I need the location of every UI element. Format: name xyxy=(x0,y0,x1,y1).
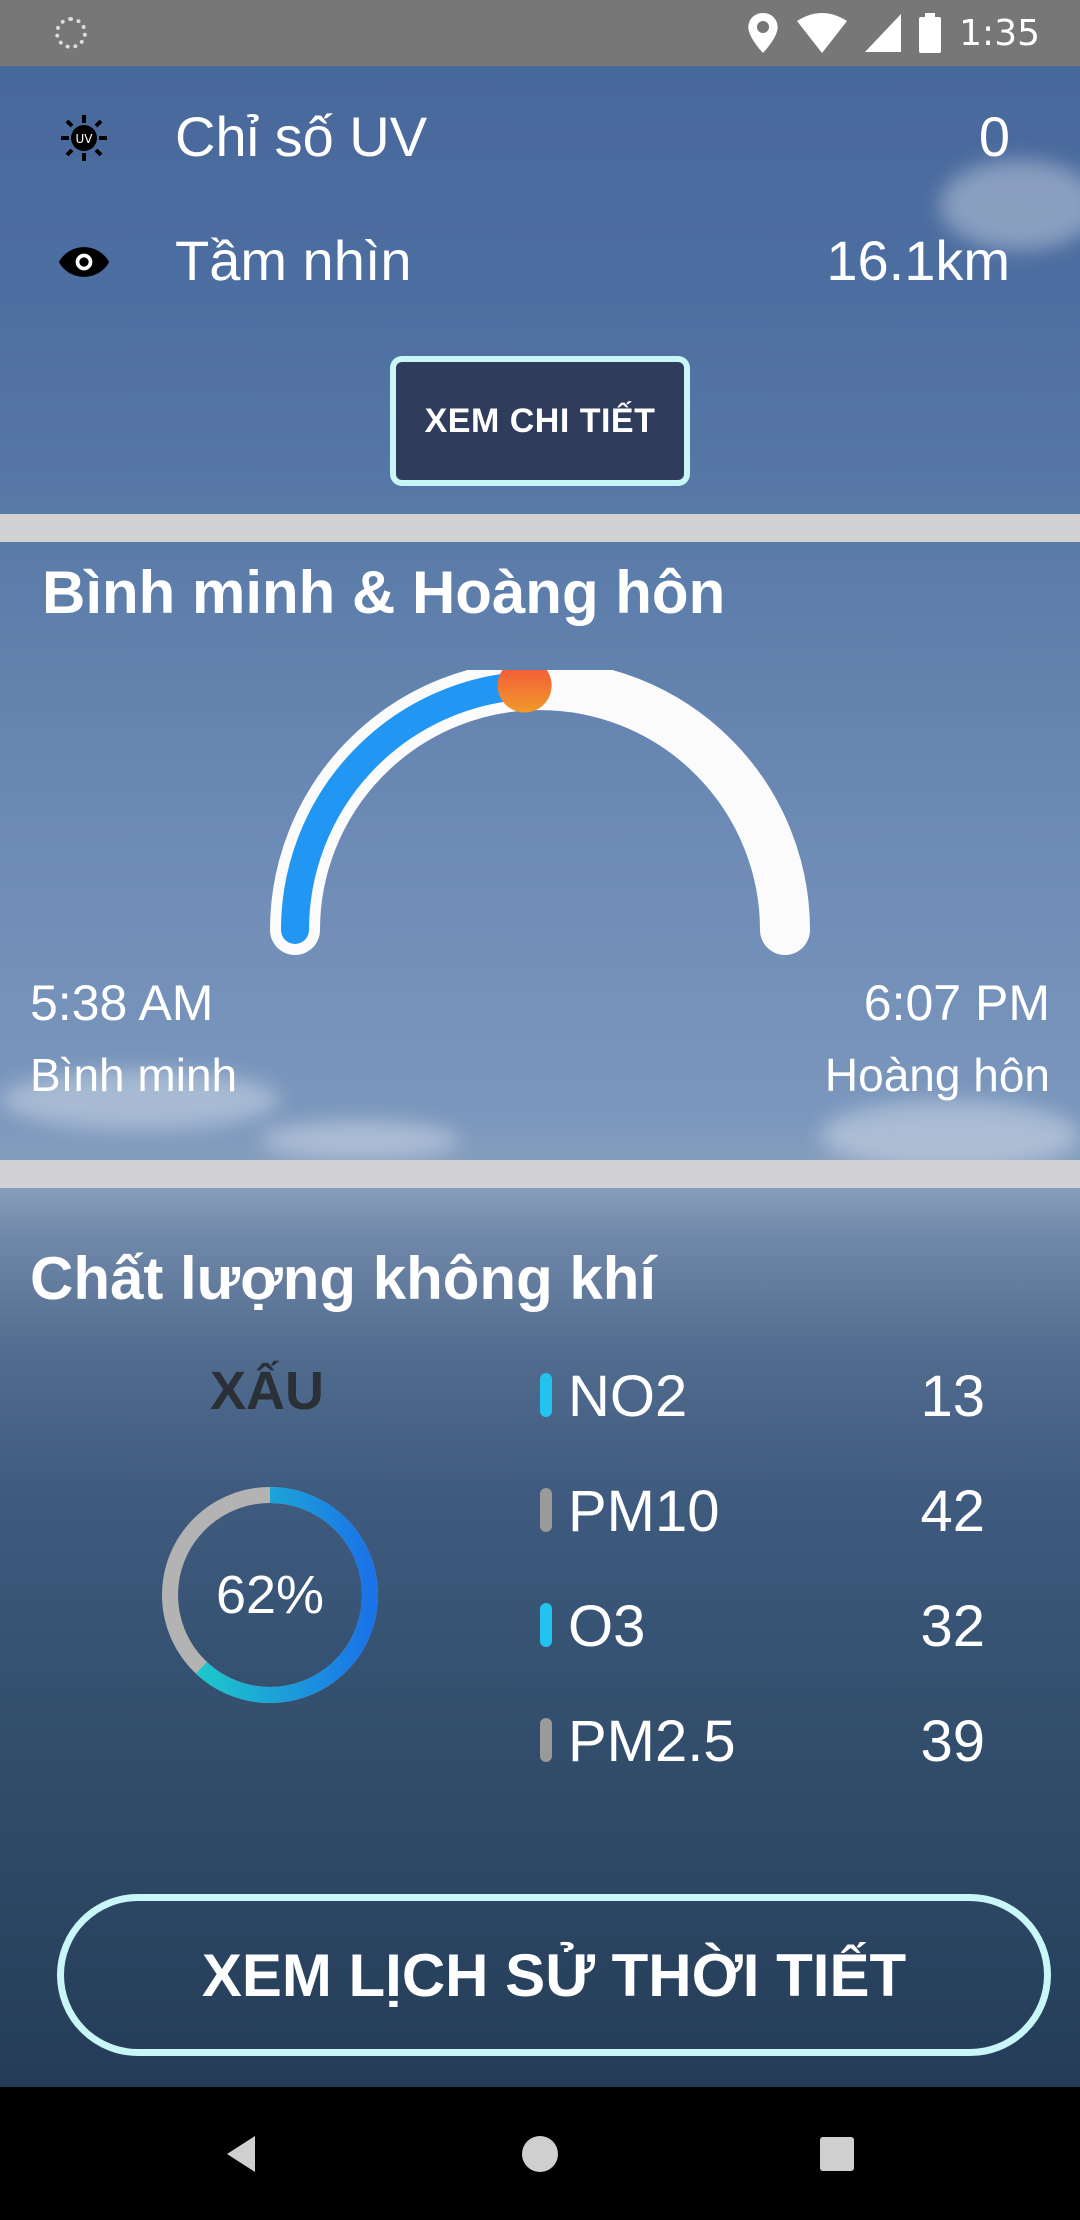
pollutant-value: 13 xyxy=(920,1364,985,1429)
pollutant-indicator xyxy=(540,1488,552,1532)
pollutant-indicator xyxy=(540,1373,552,1417)
pollutant-name: O3 xyxy=(568,1594,646,1659)
sun-arc xyxy=(270,670,810,955)
pollutant-row: PM2.5 39 xyxy=(540,1700,1000,1780)
air-quality-percent: 62% xyxy=(215,1565,325,1625)
recents-button[interactable] xyxy=(812,2129,862,2179)
home-circle-icon xyxy=(522,2136,558,2172)
air-quality-title: Chất lượng không khí xyxy=(30,1245,657,1312)
cloud-decoration xyxy=(260,1120,460,1160)
status-bar: 1:35 xyxy=(0,0,1080,66)
pollutant-value: 39 xyxy=(920,1709,985,1774)
weather-history-button[interactable]: XEM LỊCH SỬ THỜI TIẾT xyxy=(57,1894,1051,2056)
visibility-row: Tầm nhìn 16.1km xyxy=(0,214,1080,304)
pollutant-name: NO2 xyxy=(568,1364,688,1429)
uv-index-row: UV Chỉ số UV 0 xyxy=(0,90,1080,180)
pollutant-indicator xyxy=(540,1603,552,1647)
air-quality-status: XẤU xyxy=(210,1361,325,1421)
pollutant-row: O3 32 xyxy=(540,1585,1000,1665)
loading-icon xyxy=(55,17,87,49)
uv-value: 0 xyxy=(978,105,1010,168)
visibility-value: 16.1km xyxy=(826,229,1010,292)
battery-icon xyxy=(919,13,942,53)
section-divider xyxy=(0,1160,1080,1188)
status-time: 1:35 xyxy=(959,12,1040,54)
eye-icon xyxy=(58,236,110,288)
uv-sun-icon: UV xyxy=(58,112,110,164)
back-triangle-icon xyxy=(227,2136,255,2172)
pollutant-name: PM2.5 xyxy=(568,1709,736,1774)
home-button[interactable] xyxy=(515,2129,565,2179)
back-button[interactable] xyxy=(216,2129,266,2179)
wifi-icon xyxy=(797,13,848,53)
sunset-time: 6:07 PM xyxy=(863,975,1050,1031)
uv-label: Chỉ số UV xyxy=(175,105,428,168)
navigation-bar xyxy=(0,2087,1080,2220)
sun-section-title: Bình minh & Hoàng hôn xyxy=(42,559,726,626)
pollutant-value: 32 xyxy=(920,1594,985,1659)
sunrise-time: 5:38 AM xyxy=(30,975,214,1031)
svg-text:UV: UV xyxy=(76,132,94,146)
section-divider xyxy=(0,514,1080,542)
pollutant-row: PM10 42 xyxy=(540,1470,1000,1550)
pollutant-value: 42 xyxy=(920,1479,985,1544)
air-quality-gauge: 62% xyxy=(160,1485,380,1705)
signal-icon xyxy=(865,14,902,52)
sunrise-label: Bình minh xyxy=(30,1049,238,1101)
pollutant-indicator xyxy=(540,1718,552,1762)
view-details-button[interactable]: XEM CHI TIẾT xyxy=(390,356,690,486)
pollutant-row: NO2 13 xyxy=(540,1355,1000,1435)
recents-square-icon xyxy=(820,2137,854,2171)
pollutant-name: PM10 xyxy=(568,1479,720,1544)
visibility-label: Tầm nhìn xyxy=(175,229,412,292)
sunset-label: Hoàng hôn xyxy=(824,1049,1050,1101)
location-icon xyxy=(748,13,778,53)
